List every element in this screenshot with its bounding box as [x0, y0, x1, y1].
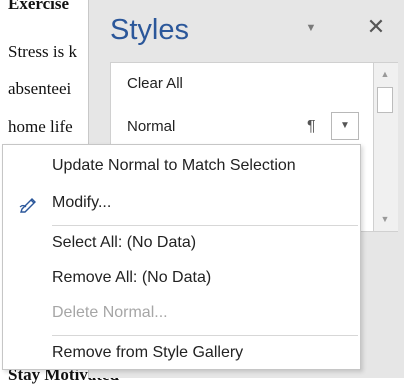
- modify-pencil-icon: [19, 195, 39, 213]
- menu-item-label: Select All: (No Data): [52, 234, 197, 251]
- menu-item-label: Remove All: (No Data): [52, 269, 212, 286]
- chevron-down-icon[interactable]: ▼: [303, 22, 319, 36]
- paragraph-mark-icon: ¶: [307, 118, 316, 135]
- menu-item-remove-all[interactable]: Remove All: (No Data): [3, 261, 360, 295]
- pane-title: Styles: [110, 14, 189, 46]
- menu-item-label: Update Normal to Match Selection: [52, 157, 296, 174]
- doc-text-line: Stress is k: [8, 42, 77, 61]
- style-list-scrollbar[interactable]: ▲ ▼: [373, 63, 398, 231]
- style-item-clear-all[interactable]: Clear All: [127, 75, 183, 92]
- menu-item-label: Remove from Style Gallery: [52, 344, 244, 361]
- menu-item-delete-normal: Delete Normal...: [3, 296, 360, 330]
- doc-heading-exercise: Exercise: [8, 0, 70, 13]
- style-options-button[interactable]: ▼: [331, 112, 359, 140]
- menu-item-select-all[interactable]: Select All: (No Data): [3, 226, 360, 260]
- doc-text-line: absenteei: [8, 79, 72, 98]
- menu-item-update-normal[interactable]: Update Normal to Match Selection: [3, 149, 360, 183]
- style-context-menu: Update Normal to Match Selection Modify.…: [2, 144, 361, 370]
- menu-item-modify[interactable]: Modify...: [3, 186, 360, 220]
- close-icon[interactable]: ✕: [365, 15, 387, 39]
- chevron-down-icon: ▼: [340, 120, 350, 131]
- menu-item-remove-from-gallery[interactable]: Remove from Style Gallery: [3, 336, 360, 370]
- scroll-down-icon[interactable]: ▼: [376, 211, 394, 227]
- style-item-normal[interactable]: Normal ¶ ▼: [111, 107, 373, 147]
- style-item-label: Normal: [127, 118, 176, 135]
- scroll-up-icon[interactable]: ▲: [376, 66, 394, 82]
- doc-text-line: home life: [8, 117, 73, 136]
- menu-item-label: Modify...: [52, 194, 112, 211]
- menu-item-label: Delete Normal...: [52, 304, 168, 321]
- scroll-thumb[interactable]: [377, 87, 393, 113]
